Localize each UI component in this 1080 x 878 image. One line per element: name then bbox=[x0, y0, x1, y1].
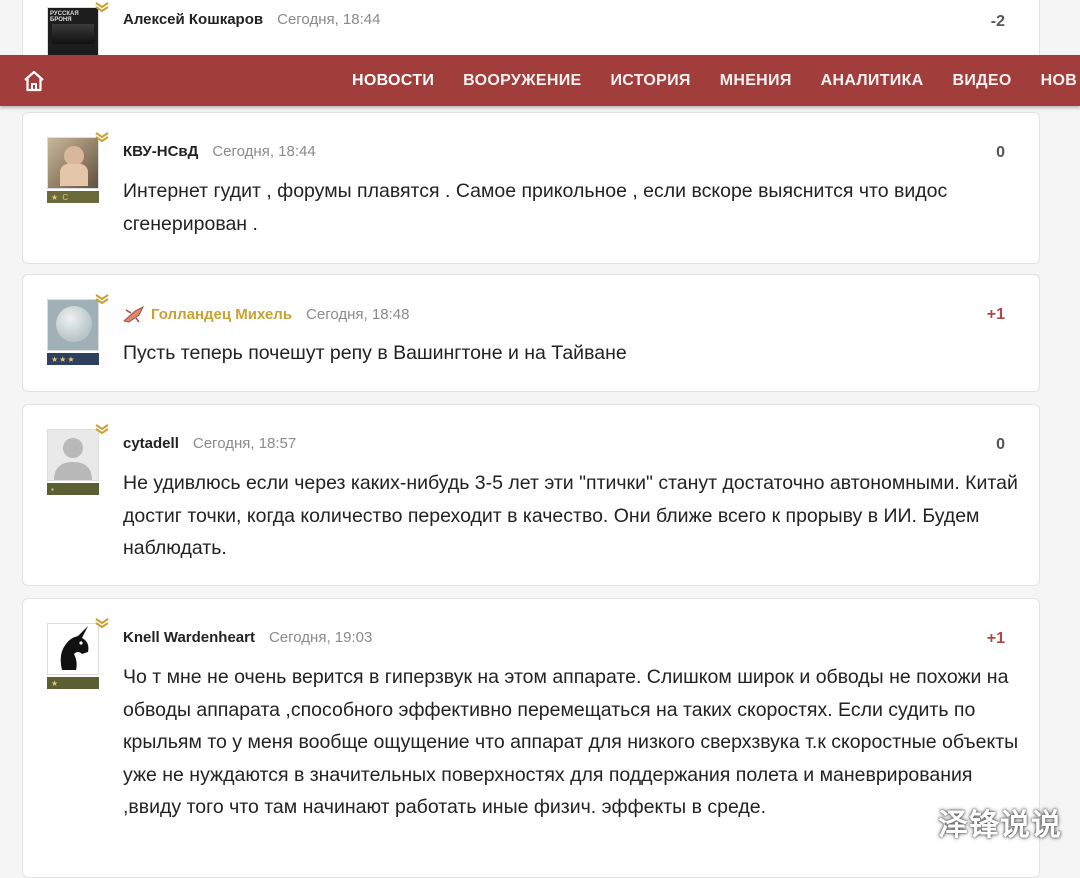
watermark: 泽锋说说 bbox=[938, 808, 1062, 843]
comment-score: -2 bbox=[990, 13, 1005, 30]
default-user-icon bbox=[54, 438, 92, 480]
comment-time: Сегодня, 18:44 bbox=[212, 143, 316, 160]
comment-card: ★ С КВУ-НСвД Сегодня, 18:44 0 Интернет г… bbox=[22, 112, 1040, 264]
rank-chevron-icon bbox=[95, 2, 109, 13]
comment-text: Пусть теперь почешут репу в Вашингтоне и… bbox=[123, 342, 627, 364]
comment-card: ★★★ Голландец Михель Сегодня, 18:48 +1 П… bbox=[22, 274, 1040, 392]
comment-score: 0 bbox=[996, 144, 1005, 161]
comment-time: Сегодня, 18:44 bbox=[277, 11, 381, 28]
rank-bar: ★ bbox=[47, 677, 99, 689]
avatar[interactable]: РУССКАЯ БРОНЯ bbox=[47, 7, 99, 59]
nav-item-weapons[interactable]: ВООРУЖЕНИЕ bbox=[463, 72, 581, 90]
comment-text: Интернет гудит , форумы плавятся . Самое… bbox=[123, 180, 948, 235]
nav-item-opinions[interactable]: МНЕНИЯ bbox=[720, 72, 792, 90]
nav-item-analytics[interactable]: АНАЛИТИКА bbox=[821, 72, 924, 90]
main-navbar: НОВОСТИ ВООРУЖЕНИЕ ИСТОРИЯ МНЕНИЯ АНАЛИТ… bbox=[0, 55, 1080, 106]
comment-card: ▪ cytadell Сегодня, 18:57 0 Не удивлюсь … bbox=[22, 404, 1040, 586]
comment-text: Не удивлюсь если через каких-нибудь 3-5 … bbox=[123, 472, 1018, 559]
unicorn-logo-icon bbox=[60, 626, 89, 670]
avatar[interactable] bbox=[47, 299, 99, 351]
avatar[interactable] bbox=[47, 429, 99, 481]
avatar[interactable] bbox=[47, 623, 99, 675]
jet-badge-icon bbox=[123, 305, 145, 323]
comment-card: ★ Knell Wardenheart Сегодня, 19:03 +1 Чо… bbox=[22, 598, 1040, 878]
rank-bar: ★★★ bbox=[47, 353, 99, 365]
rank-chevron-icon bbox=[95, 618, 109, 629]
comment-author[interactable]: cytadell bbox=[123, 435, 179, 452]
comment-score: +1 bbox=[986, 306, 1005, 323]
home-icon[interactable] bbox=[22, 69, 46, 93]
comment-author[interactable]: КВУ-НСвД bbox=[123, 143, 198, 160]
rank-bar: ▪ bbox=[47, 483, 99, 495]
comment-score: 0 bbox=[996, 436, 1005, 453]
comment-author[interactable]: Алексей Кошкаров bbox=[123, 11, 263, 28]
comment-score: +1 bbox=[986, 630, 1005, 647]
comment-time: Сегодня, 18:57 bbox=[192, 435, 297, 452]
comment-time: Сегодня, 18:48 bbox=[306, 305, 410, 323]
rank-bar: ★ С bbox=[47, 191, 99, 203]
avatar[interactable] bbox=[47, 137, 99, 189]
nav-item-video[interactable]: ВИДЕО bbox=[953, 72, 1012, 90]
nav-item-more[interactable]: НОВ bbox=[1041, 72, 1077, 90]
rank-chevron-icon bbox=[95, 132, 109, 143]
rank-chevron-icon bbox=[95, 294, 109, 305]
comment-author[interactable]: Knell Wardenheart bbox=[123, 629, 255, 646]
comment-author[interactable]: Голландец Михель bbox=[151, 306, 292, 323]
comment-time: Сегодня, 19:03 bbox=[268, 629, 373, 646]
nav-item-news[interactable]: НОВОСТИ bbox=[352, 72, 434, 90]
nav-item-history[interactable]: ИСТОРИЯ bbox=[610, 72, 690, 90]
comment-text: Чо т мне не очень верится в гиперзвук на… bbox=[123, 666, 1019, 818]
rank-chevron-icon bbox=[95, 424, 109, 435]
